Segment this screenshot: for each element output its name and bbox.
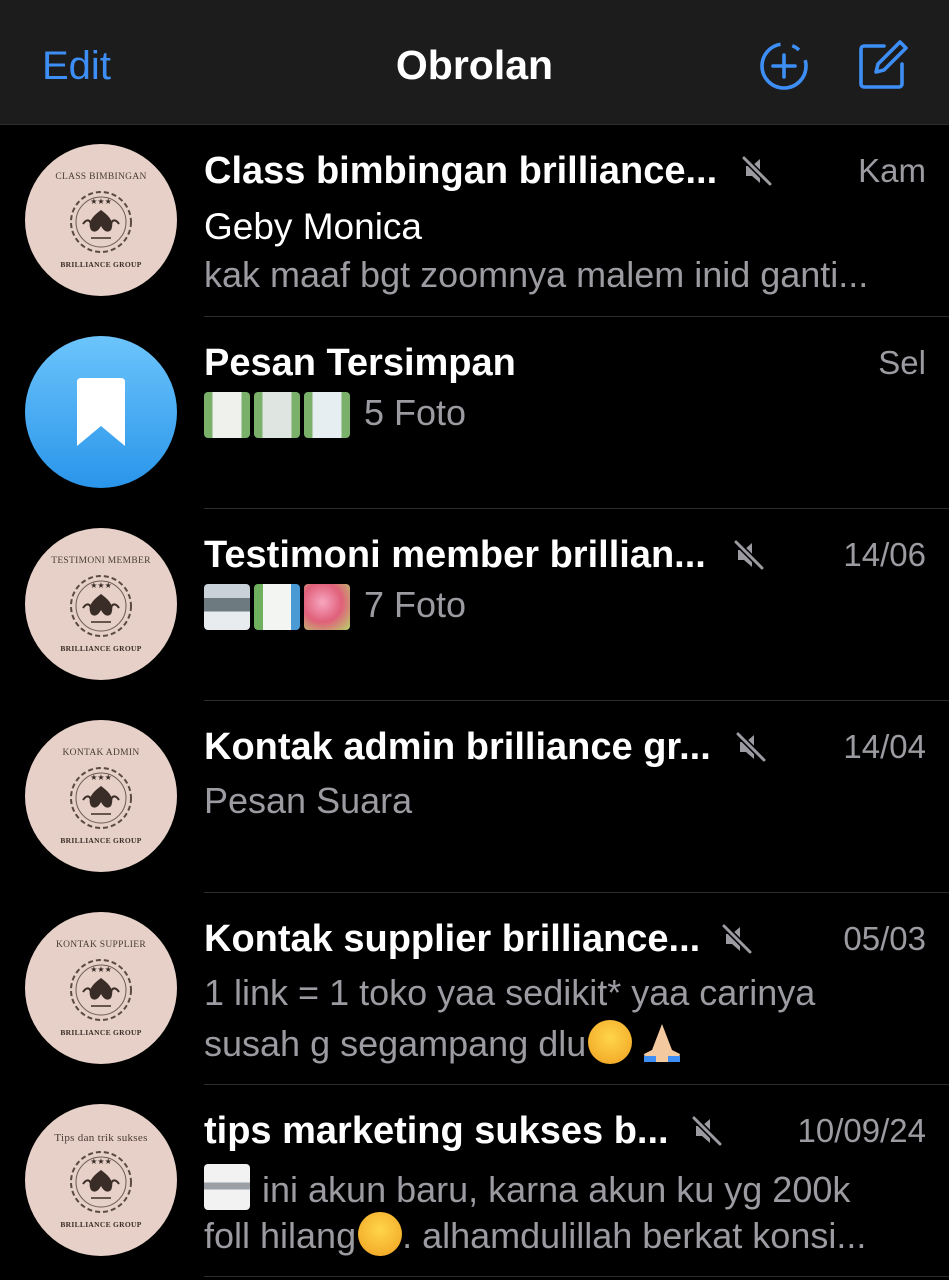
photo-thumbnail (304, 584, 350, 630)
group-emblem-icon (70, 191, 132, 253)
chat-name: tips marketing sukses b... (204, 1110, 669, 1152)
preview-text: susah g segampang dlu (204, 1023, 587, 1064)
chat-row[interactable]: TESTIMONI MEMBER BRILLIANCE GROUP Testim… (0, 508, 949, 701)
avatar: KONTAK SUPPLIER BRILLIANCE GROUP (25, 912, 177, 1064)
avatar: Tips dan trik sukses BRILLIANCE GROUP (25, 1104, 177, 1256)
chat-name: Kontak admin brilliance gr... (204, 726, 711, 768)
chat-time: Sel (878, 344, 926, 381)
nav-bar: Edit Obrolan (0, 0, 949, 125)
new-story-icon[interactable] (758, 40, 810, 92)
message-preview: Pesan Suara (204, 780, 413, 821)
preview-text: foll hilang (204, 1215, 357, 1256)
photo-thumbnail (304, 392, 350, 438)
avatar-caption: KONTAK ADMIN (62, 748, 140, 758)
chat-name: Pesan Tersimpan (204, 342, 516, 384)
avatar-caption: CLASS BIMBINGAN (55, 172, 147, 182)
message-preview: 7 Foto (364, 584, 467, 625)
chat-name: Testimoni member brillian... (204, 534, 706, 576)
group-emblem-icon (70, 575, 132, 637)
chat-row[interactable]: KONTAK ADMIN BRILLIANCE GROUP Kontak adm… (0, 700, 949, 893)
chat-time: Kam (858, 152, 926, 189)
group-emblem-icon (70, 959, 132, 1021)
avatar-caption: KONTAK SUPPLIER (55, 940, 147, 950)
preview-text: ini akun baru, karna akun ku yg 200k (262, 1169, 851, 1210)
photo-thumbnail (254, 584, 300, 630)
message-preview-line-1: 1 link = 1 toko yaa sedikit* yaa carinya (204, 972, 816, 1013)
muted-speaker-icon (735, 731, 767, 763)
message-preview-line-1: ini akun baru, karna akun ku yg 200k (204, 1164, 924, 1211)
muted-speaker-icon (721, 923, 753, 955)
chat-name: Kontak supplier brilliance... (204, 918, 701, 960)
chat-time: 05/03 (843, 920, 926, 957)
folded-hands-emoji-icon (638, 1020, 686, 1064)
avatar-brand: BRILLIANCE GROUP (60, 1028, 142, 1037)
message-preview: kak maaf bgt zoomnya malem inid ganti... (204, 254, 869, 295)
avatar-brand: BRILLIANCE GROUP (60, 1220, 142, 1229)
sender-name: Geby Monica (204, 206, 422, 247)
muted-speaker-icon (741, 155, 773, 187)
avatar-brand: BRILLIANCE GROUP (60, 260, 142, 269)
avatar: CLASS BIMBINGAN BRILLIANCE GROUP (25, 144, 177, 296)
group-emblem-icon (70, 1151, 132, 1213)
chat-time: 14/04 (843, 728, 926, 765)
pleading-face-emoji-icon (588, 1020, 633, 1064)
chat-row[interactable]: Pesan Tersimpan Sel 5 Foto (0, 316, 949, 509)
avatar: TESTIMONI MEMBER BRILLIANCE GROUP (25, 528, 177, 680)
message-preview: 5 Foto (364, 392, 467, 433)
muted-speaker-icon (733, 539, 765, 571)
avatar: KONTAK ADMIN BRILLIANCE GROUP (25, 720, 177, 872)
chat-row[interactable]: KONTAK SUPPLIER BRILLIANCE GROUP Kontak … (0, 892, 949, 1085)
grinning-sweat-emoji-icon (358, 1212, 403, 1256)
avatar (25, 336, 177, 488)
message-preview-line-2: foll hilang . alhamdulillah berkat konsi.… (204, 1212, 924, 1257)
chat-name: Class bimbingan brilliance... (204, 150, 718, 192)
photo-thumbnail (204, 392, 250, 438)
avatar-brand: BRILLIANCE GROUP (60, 644, 142, 653)
photo-thumbnail (254, 392, 300, 438)
row-separator (204, 1276, 949, 1277)
avatar-caption: TESTIMONI MEMBER (51, 556, 151, 566)
chat-row[interactable]: CLASS BIMBINGAN BRILLIANCE GROUP Class b… (0, 124, 949, 317)
chat-time: 10/09/24 (797, 1112, 926, 1149)
photo-thumbnail (204, 584, 250, 630)
group-emblem-icon (70, 767, 132, 829)
preview-text: . alhamdulillah berkat konsi... (402, 1215, 867, 1256)
chat-time: 14/06 (843, 536, 926, 573)
muted-speaker-icon (691, 1115, 723, 1147)
message-preview-line-2: susah g segampang dlu (204, 1020, 924, 1065)
bookmark-icon (77, 378, 125, 446)
photo-thumbnail (204, 1164, 250, 1210)
avatar-brand: BRILLIANCE GROUP (60, 836, 142, 845)
chat-row[interactable]: Tips dan trik sukses BRILLIANCE GROUP ti… (0, 1084, 949, 1277)
compose-icon[interactable] (856, 40, 908, 92)
